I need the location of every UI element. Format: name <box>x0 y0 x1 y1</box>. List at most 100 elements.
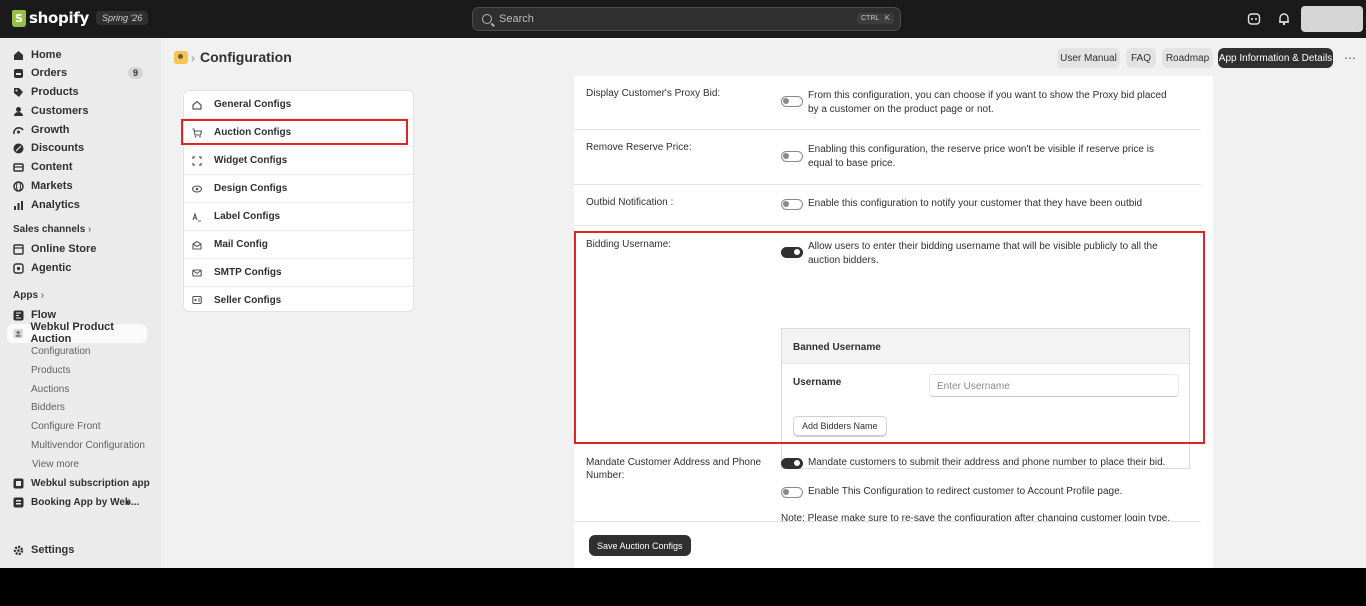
bidding-username-description: Allow users to enter their bidding usern… <box>808 241 1158 266</box>
divider <box>574 129 1201 130</box>
mandate-address-label: Mandate Customer Address and Phone Numbe… <box>586 457 762 481</box>
sidebar-item-orders[interactable]: Orders 9 <box>13 64 151 82</box>
add-bidders-name-button[interactable]: Add Bidders Name <box>793 416 887 436</box>
username-input[interactable]: Enter Username <box>929 374 1179 397</box>
subitem-configuration[interactable]: Configuration <box>31 346 90 357</box>
page-title: Configuration <box>200 49 292 65</box>
text-label-icon <box>192 211 201 222</box>
app-information-button[interactable]: App Information & Details <box>1218 48 1333 68</box>
sales-channels-heading[interactable]: Sales channels › <box>13 224 91 235</box>
sidebar-item-customers[interactable]: Customers <box>13 102 151 120</box>
sidebar-item-booking-app[interactable]: Booking App by Web... <box>13 493 151 511</box>
bidding-username-toggle[interactable] <box>781 247 803 258</box>
sidebar-item-label: Online Store <box>31 243 97 255</box>
sidebar-item-label: Analytics <box>31 199 80 211</box>
agentic-icon <box>13 262 24 274</box>
person-icon <box>14 106 23 116</box>
menu-item-auction-configs[interactable]: Auction Configs <box>184 119 413 147</box>
divider <box>574 225 1201 226</box>
user-manual-button[interactable]: User Manual <box>1057 48 1120 68</box>
sidebar-item-settings[interactable]: Settings <box>13 541 151 559</box>
discount-icon <box>13 143 24 153</box>
sidebar-item-markets[interactable]: Markets <box>13 177 151 195</box>
menu-item-label: Mail Config <box>214 239 268 250</box>
roadmap-button[interactable]: Roadmap <box>1162 48 1213 68</box>
shopify-bag-icon <box>12 9 26 27</box>
subitem-auctions[interactable]: Auctions <box>31 384 69 395</box>
main-content: › Configuration User Manual FAQ Roadmap … <box>161 38 1366 568</box>
widget-icon <box>192 155 202 166</box>
banned-username-title: Banned Username <box>782 329 1189 364</box>
menu-item-label: Label Configs <box>214 211 281 222</box>
proxy-bid-label: Display Customer's Proxy Bid: <box>586 88 721 99</box>
shortcut-ctrl: CTRL <box>857 13 884 24</box>
reserve-price-toggle[interactable] <box>781 151 803 162</box>
account-avatar[interactable] <box>1301 6 1363 32</box>
shopify-logo[interactable]: shopify Spring '26 <box>12 9 149 27</box>
menu-item-general-configs[interactable]: General Configs <box>184 91 413 119</box>
bell-icon[interactable] <box>1277 12 1291 26</box>
menu-item-seller-configs[interactable]: Seller Configs <box>184 286 413 314</box>
mandate-address-description: Mandate customers to submit their addres… <box>808 457 1166 468</box>
menu-item-label: Design Configs <box>214 183 288 194</box>
sidebar-item-label: Discounts <box>31 142 85 154</box>
sidebar-item-label: Markets <box>31 180 73 192</box>
subitem-bidders[interactable]: Bidders <box>31 402 65 413</box>
cart-icon <box>192 127 202 138</box>
proxy-bid-description: From this configuration, you can choose … <box>808 90 1167 115</box>
apps-heading[interactable]: Apps › <box>13 290 44 301</box>
top-bar: shopify Spring '26 Search CTRL K <box>0 0 1366 38</box>
outbid-toggle[interactable] <box>781 199 803 210</box>
sidebar-item-label: Flow <box>31 309 57 321</box>
sales-channels-label: Sales channels <box>13 224 86 235</box>
sidebar-item-label: Settings <box>31 544 75 556</box>
shortcut-k: K <box>881 13 894 24</box>
menu-item-smtp-configs[interactable]: SMTP Configs <box>184 259 413 287</box>
flow-icon <box>13 310 24 320</box>
sidebar-item-webkul-subscription[interactable]: Webkul subscription app <box>13 474 151 492</box>
sidebar-item-content[interactable]: Content <box>13 158 151 176</box>
subitem-configure-front[interactable]: Configure Front <box>31 421 100 432</box>
envelope-icon <box>192 268 202 277</box>
sidebar-item-products[interactable]: Products <box>13 83 151 101</box>
menu-item-widget-configs[interactable]: Widget Configs <box>184 147 413 175</box>
sidebar: Home Orders 9 Products Customers Growth … <box>0 38 161 568</box>
outbid-label: Outbid Notification : <box>586 197 674 208</box>
redirect-profile-toggle[interactable] <box>781 487 803 498</box>
sidebar-item-label: Webkul subscription app <box>31 477 150 489</box>
auction-config-panel: Display Customer's Proxy Bid: From this … <box>574 76 1213 568</box>
subscription-app-icon <box>13 478 24 488</box>
mandate-address-toggle[interactable] <box>781 458 803 469</box>
sidebar-item-label: Webkul Product Auction <box>30 321 114 345</box>
sidebar-item-label: Orders <box>31 67 68 79</box>
faq-button[interactable]: FAQ <box>1126 48 1156 68</box>
sidebar-item-growth[interactable]: Growth <box>13 121 151 139</box>
sidebar-item-discounts[interactable]: Discounts <box>13 139 151 157</box>
config-menu: General Configs Auction Configs Widget C… <box>183 90 414 312</box>
edition-badge: Spring '26 <box>96 11 149 25</box>
search-bar[interactable]: Search CTRL K <box>472 7 901 31</box>
more-actions-icon[interactable]: ⋯ <box>1344 51 1357 65</box>
subitem-multivendor-configuration[interactable]: Multivendor Configuration <box>31 440 145 451</box>
sidebar-item-label: Content <box>31 161 73 173</box>
sidebar-item-home[interactable]: Home <box>13 46 151 64</box>
proxy-bid-toggle[interactable] <box>781 96 803 107</box>
menu-item-label-configs[interactable]: Label Configs <box>184 203 413 231</box>
sidebar-item-analytics[interactable]: Analytics <box>13 196 151 214</box>
sidebar-item-agentic[interactable]: Agentic <box>13 259 151 277</box>
sidebar-item-online-store[interactable]: Online Store <box>13 240 151 258</box>
menu-item-design-configs[interactable]: Design Configs <box>184 175 413 203</box>
search-placeholder: Search <box>499 13 534 25</box>
menu-item-label: Auction Configs <box>214 127 292 138</box>
brand-name: shopify <box>29 9 89 27</box>
view-more-link[interactable]: View more <box>32 459 79 470</box>
sidekick-icon[interactable] <box>1247 12 1261 26</box>
save-auction-configs-button[interactable]: Save Auction Configs <box>589 535 691 556</box>
eye-icon <box>192 184 202 193</box>
menu-item-label: Widget Configs <box>214 155 288 166</box>
sidebar-item-webkul-product-auction[interactable]: Webkul Product Auction <box>13 321 151 345</box>
subitem-products[interactable]: Products <box>31 365 70 376</box>
chevron-right-icon: › <box>88 224 92 235</box>
app-icon[interactable] <box>174 51 188 64</box>
menu-item-mail-config[interactable]: Mail Config <box>184 231 413 259</box>
